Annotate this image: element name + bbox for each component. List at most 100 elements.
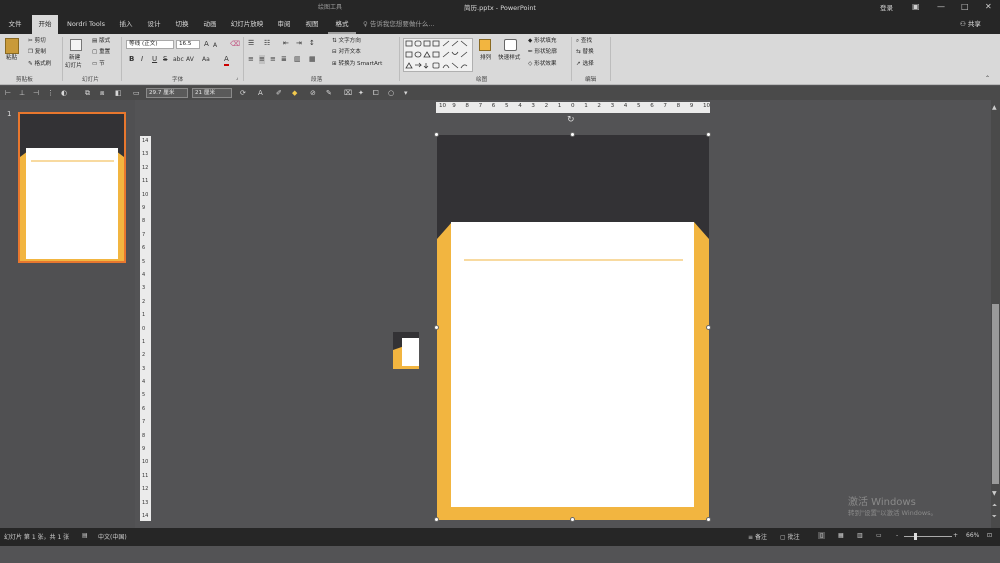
grow-font-button[interactable]: A bbox=[204, 40, 209, 49]
shapes-gallery[interactable] bbox=[403, 38, 473, 72]
justify-icon[interactable]: ≣ bbox=[281, 55, 287, 64]
distribute-icon[interactable]: ⋮ bbox=[47, 88, 54, 98]
new-slide-button[interactable]: 新建 bbox=[69, 55, 80, 62]
tab-animations[interactable]: 动画 bbox=[198, 15, 222, 34]
slideshow-icon[interactable]: ▭ bbox=[876, 532, 882, 539]
strikethrough-button[interactable]: S bbox=[163, 55, 167, 64]
increase-indent-icon[interactable]: ⇥ bbox=[296, 39, 302, 48]
selection-handle[interactable] bbox=[706, 325, 711, 330]
layout-button[interactable]: ▤ 版式 bbox=[92, 38, 110, 45]
scroll-thumb[interactable] bbox=[992, 304, 999, 484]
bold-button[interactable]: B bbox=[129, 55, 134, 64]
group-icon[interactable]: ◐ bbox=[61, 88, 67, 98]
login-button[interactable]: 登录 bbox=[880, 2, 893, 12]
send-backward-icon[interactable]: ⧈ bbox=[100, 88, 104, 98]
selection-handle[interactable] bbox=[434, 132, 439, 137]
format-painter-button[interactable]: ✎ 格式刷 bbox=[28, 61, 51, 68]
selection-handle[interactable] bbox=[570, 517, 575, 522]
shape-fill-button[interactable]: ◆ 形状填充 bbox=[528, 38, 556, 45]
align-right-icon[interactable]: ≡ bbox=[270, 55, 276, 64]
tab-insert[interactable]: 插入 bbox=[114, 15, 138, 34]
replace-button[interactable]: ⇆ 替换 bbox=[576, 49, 594, 56]
eyedropper-icon[interactable]: ✐ bbox=[276, 88, 282, 98]
change-case-button[interactable]: Aa bbox=[202, 55, 210, 64]
shape-effects-button[interactable]: ◇ 形状效果 bbox=[528, 61, 556, 68]
height-field[interactable]: 21 厘米 bbox=[192, 88, 232, 98]
maximize-button[interactable]: □ bbox=[961, 2, 969, 12]
spellcheck-icon[interactable]: ▤ bbox=[82, 532, 88, 539]
font-size-field[interactable]: 16.5 bbox=[176, 40, 200, 49]
tab-slideshow[interactable]: 幻灯片放映 bbox=[226, 15, 268, 34]
font-color-button[interactable]: A bbox=[224, 55, 229, 66]
align-text-icon[interactable]: ▦ bbox=[309, 55, 316, 64]
language[interactable]: 中文(中国) bbox=[98, 532, 127, 541]
bring-forward-icon[interactable]: ⧉ bbox=[85, 88, 90, 98]
font-dialog-launcher-icon[interactable]: ⌟ bbox=[236, 74, 238, 83]
highlight-icon[interactable]: ◆ bbox=[292, 88, 297, 98]
tab-home[interactable]: 开始 bbox=[32, 15, 58, 34]
tab-file[interactable]: 文件 bbox=[3, 15, 27, 34]
more-icon[interactable]: ▾ bbox=[404, 88, 408, 98]
notes-button[interactable]: ≡ 备注 bbox=[748, 532, 767, 541]
close-button[interactable]: ✕ bbox=[985, 2, 992, 12]
scroll-down-icon[interactable]: ▼ bbox=[992, 490, 999, 498]
zoom-out-button[interactable]: - bbox=[896, 532, 898, 539]
arrange-button[interactable]: 排列 bbox=[480, 55, 491, 62]
prev-slide-icon[interactable]: ⏶ bbox=[992, 502, 999, 510]
select-button[interactable]: ➚ 选择 bbox=[576, 61, 594, 68]
slide-thumbnail[interactable] bbox=[18, 112, 126, 263]
shrink-font-button[interactable]: A bbox=[213, 41, 217, 50]
link-icon[interactable]: ⊘ bbox=[310, 88, 316, 98]
text-color-icon[interactable]: A bbox=[258, 88, 263, 98]
align-right-icon[interactable]: ⊣ bbox=[33, 88, 39, 98]
width-field[interactable]: 29.7 厘米 bbox=[146, 88, 188, 98]
eraser-icon[interactable]: ⌧ bbox=[344, 88, 352, 98]
quick-styles-button[interactable]: 快速样式 bbox=[498, 55, 520, 62]
rotate-icon[interactable]: ⟳ bbox=[240, 88, 246, 98]
slide-sorter-icon[interactable]: ▦ bbox=[838, 532, 844, 539]
scroll-up-icon[interactable]: ▲ bbox=[992, 104, 999, 112]
align-center-icon[interactable]: ≡ bbox=[259, 55, 265, 64]
numbering-icon[interactable]: ☷ bbox=[264, 39, 270, 48]
cut-button[interactable]: ✂ 剪切 bbox=[28, 38, 46, 45]
minimize-button[interactable]: — bbox=[937, 2, 945, 12]
shadow-button[interactable]: abc bbox=[173, 55, 184, 64]
italic-button[interactable]: I bbox=[141, 55, 143, 64]
section-button[interactable]: ▭ 节 bbox=[92, 61, 105, 68]
text-direction-button[interactable]: ⇅ 文字方向 bbox=[332, 38, 361, 45]
tab-design[interactable]: 设计 bbox=[142, 15, 166, 34]
reset-button[interactable]: ▢ 重置 bbox=[92, 49, 110, 56]
tab-review[interactable]: 审阅 bbox=[272, 15, 296, 34]
pin-icon[interactable]: ✦ bbox=[358, 88, 364, 98]
align-left-icon[interactable]: ⊢ bbox=[5, 88, 11, 98]
zoom-level[interactable]: 66% bbox=[966, 532, 979, 539]
circle-icon[interactable]: ○ bbox=[388, 88, 394, 98]
line-spacing-icon[interactable]: ↕ bbox=[309, 39, 315, 48]
reading-view-icon[interactable]: ▥ bbox=[857, 532, 863, 539]
normal-view-icon[interactable]: ▯ bbox=[818, 532, 826, 539]
clear-format-icon[interactable]: ⌫ bbox=[230, 40, 240, 49]
align-left-icon[interactable]: ≡ bbox=[248, 55, 254, 64]
next-slide-icon[interactable]: ⏷ bbox=[992, 513, 999, 521]
underline-button[interactable]: U bbox=[152, 55, 157, 64]
char-spacing-button[interactable]: AV bbox=[186, 55, 194, 64]
comments-button[interactable]: ▢ 批注 bbox=[780, 532, 800, 541]
find-button[interactable]: ⌕ 查找 bbox=[576, 38, 592, 45]
paste-button[interactable]: 粘贴 bbox=[6, 55, 17, 62]
size-icon[interactable]: ▭ bbox=[133, 88, 140, 98]
align-center-icon[interactable]: ⊥ bbox=[19, 88, 25, 98]
selection-handle[interactable] bbox=[706, 517, 711, 522]
slide-canvas[interactable] bbox=[437, 135, 709, 520]
selection-handle[interactable] bbox=[706, 132, 711, 137]
columns-icon[interactable]: ▥ bbox=[294, 55, 301, 64]
bullets-icon[interactable]: ☰ bbox=[248, 39, 254, 48]
zoom-in-button[interactable]: + bbox=[953, 532, 958, 539]
tab-transitions[interactable]: 切换 bbox=[170, 15, 194, 34]
collapse-ribbon-icon[interactable]: ⌃ bbox=[985, 74, 990, 83]
decrease-indent-icon[interactable]: ⇤ bbox=[283, 39, 289, 48]
tab-format[interactable]: 格式 bbox=[328, 15, 356, 34]
shape-outline-button[interactable]: ✏ 形状轮廓 bbox=[528, 49, 557, 56]
selection-handle[interactable] bbox=[434, 517, 439, 522]
tell-me-box[interactable]: ♀ 告诉我您想要做什么... bbox=[363, 15, 435, 34]
vertical-scrollbar[interactable]: ▲ ▼ ⏶ ⏷ bbox=[991, 100, 1000, 528]
